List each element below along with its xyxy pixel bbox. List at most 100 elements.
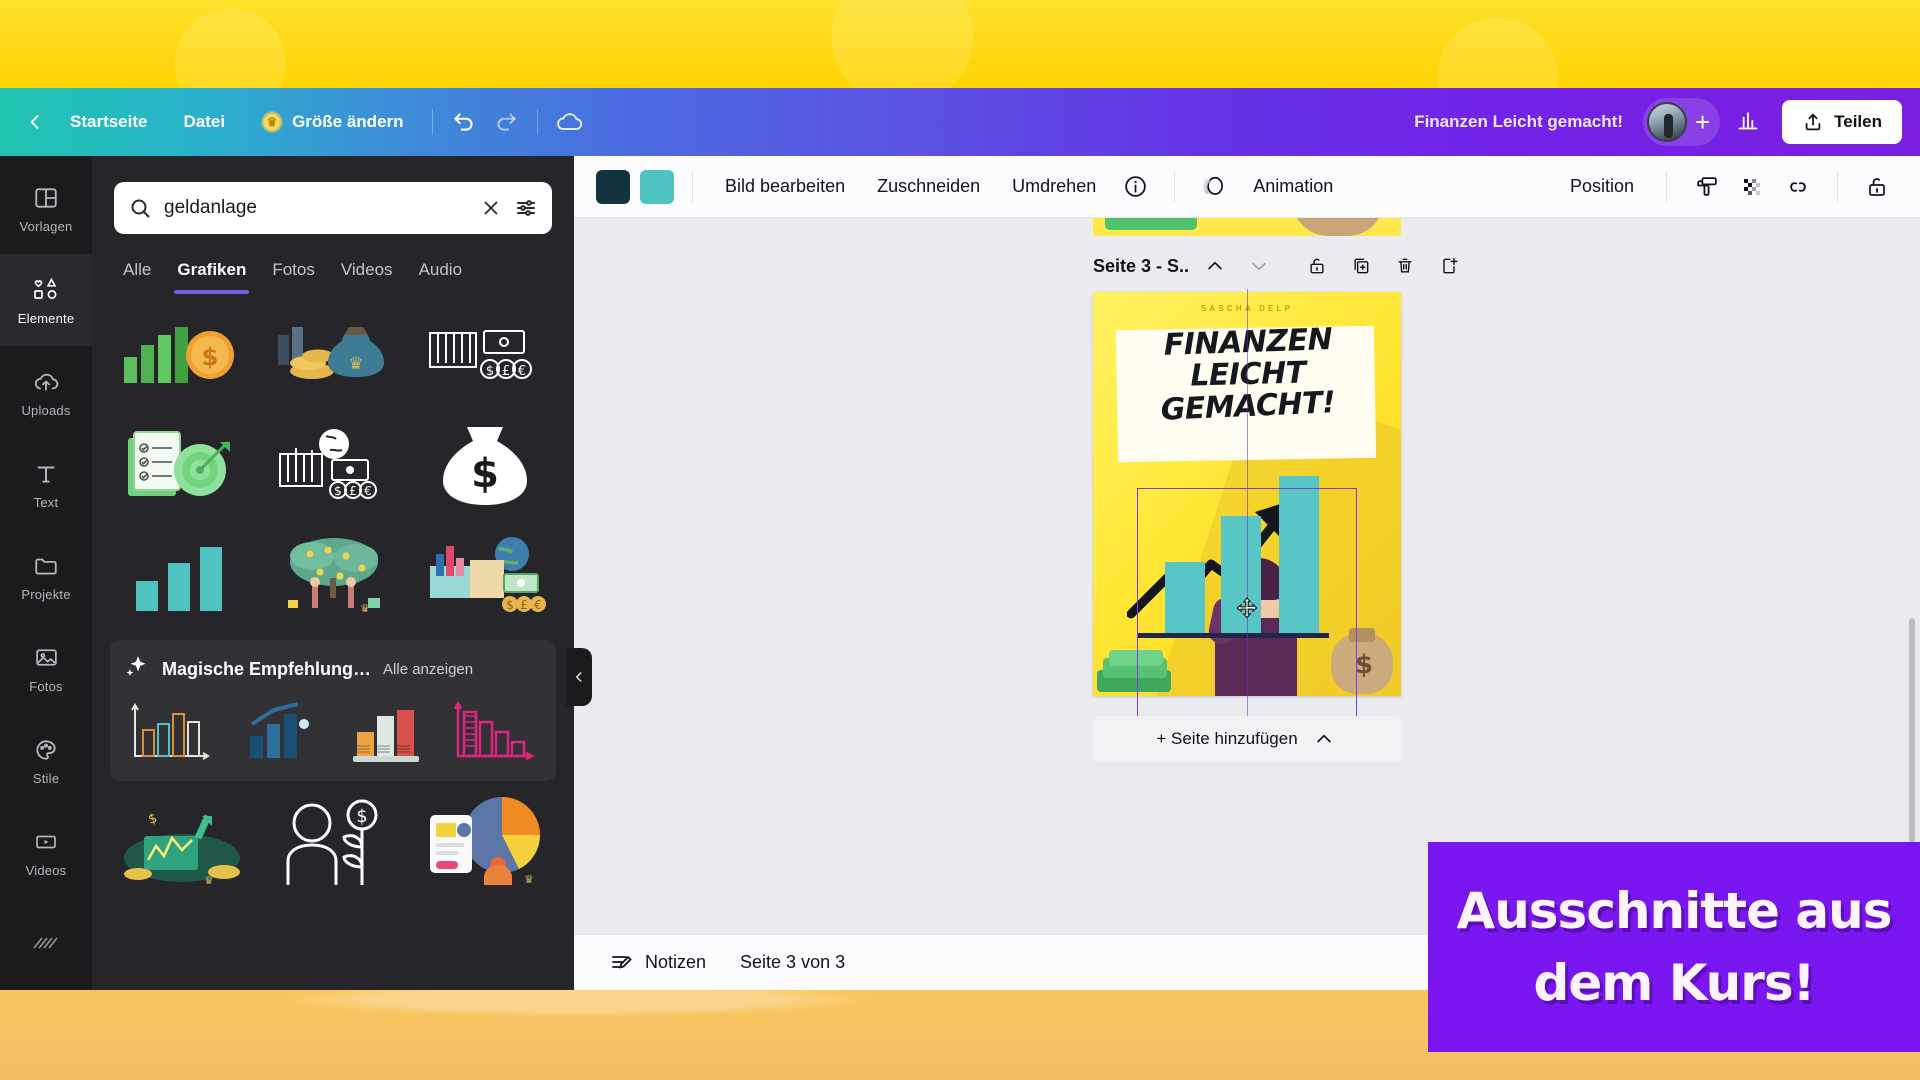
sidebar-item-vorlagen[interactable]: Vorlagen — [0, 162, 92, 254]
move-handle-icon[interactable] — [1235, 596, 1259, 620]
sidebar-item-uploads[interactable]: Uploads — [0, 346, 92, 438]
color-swatch-2[interactable] — [640, 169, 674, 204]
svg-text:♛: ♛ — [524, 873, 534, 885]
lock-icon[interactable] — [1856, 166, 1898, 208]
result-teal-bar-chart[interactable] — [110, 524, 252, 624]
video-frame-top — [0, 0, 1920, 88]
animation-icon[interactable] — [1193, 166, 1235, 208]
result-gold-coins-money-bag[interactable]: ♛ — [262, 304, 404, 404]
sidebar-item-stile[interactable]: Stile — [0, 714, 92, 806]
etb-divider-4 — [1837, 171, 1838, 202]
position-button[interactable]: Position — [1556, 167, 1648, 206]
result-checklist-target[interactable] — [110, 414, 252, 514]
page-counter[interactable]: Seite 3 von 3 — [728, 944, 857, 981]
paint-roller-icon[interactable] — [1685, 166, 1727, 208]
move-page-down-button[interactable] — [1241, 250, 1277, 282]
vertical-smart-guide — [1246, 289, 1248, 749]
magic-item-navy-growth-chart[interactable] — [231, 697, 328, 769]
result-line-bar-currency-outline[interactable]: $ £ € — [414, 304, 556, 404]
tab-audio[interactable]: Audio — [406, 250, 475, 294]
animation-button[interactable]: Animation — [1239, 167, 1347, 206]
canvas-scrollbar[interactable] — [1909, 618, 1915, 858]
screen-root: Startseite Datei ♛ Größe ändern Finanzen… — [0, 0, 1920, 1080]
color-swatch-1[interactable] — [596, 169, 630, 204]
svg-text:£: £ — [502, 364, 510, 379]
flip-button[interactable]: Umdrehen — [998, 167, 1110, 206]
add-collaborator-button[interactable]: + — [1695, 109, 1710, 135]
svg-text:$: $ — [356, 806, 367, 827]
filter-sliders-icon[interactable] — [514, 196, 538, 220]
previous-page-thumbnail[interactable] — [1093, 218, 1401, 236]
search-box[interactable] — [114, 182, 552, 234]
undo-icon[interactable] — [443, 101, 485, 143]
home-button[interactable]: Startseite — [52, 104, 165, 140]
result-globe-chart-banknote-outline[interactable]: $ £ € — [262, 414, 404, 514]
add-page-button[interactable] — [1431, 250, 1467, 282]
search-input[interactable] — [164, 197, 468, 219]
collapse-panel-button[interactable] — [566, 648, 592, 706]
home-label: Startseite — [70, 112, 148, 131]
close-icon[interactable] — [480, 197, 502, 219]
delete-page-button[interactable] — [1387, 250, 1423, 282]
collaborators[interactable]: + — [1642, 98, 1721, 146]
resize-button[interactable]: ♛ Größe ändern — [243, 103, 421, 141]
document-title[interactable]: Finanzen Leicht gemacht! — [1414, 112, 1623, 132]
result-pie-chart-analytics-illustration[interactable]: ♛ — [414, 791, 556, 891]
bar-chart-icon[interactable] — [1726, 102, 1770, 142]
selection-box[interactable] — [1137, 289, 1398, 749]
notes-button[interactable]: Notizen — [598, 943, 718, 983]
top-bar-left: Startseite Datei ♛ Größe ändern — [0, 101, 590, 143]
avatar[interactable] — [1646, 102, 1687, 142]
sidebar-item-projekte[interactable]: Projekte — [0, 530, 92, 622]
svg-text:$: $ — [471, 451, 499, 497]
result-green-bar-chart-coin[interactable]: $ — [110, 304, 252, 404]
sidebar-label-uploads: Uploads — [21, 402, 71, 418]
etb-divider-2 — [1174, 171, 1176, 202]
magic-title: Magische Empfehlung… — [162, 659, 372, 679]
sidebar-item-hintergrund[interactable] — [0, 898, 92, 990]
decorative-blobs — [0, 0, 1920, 88]
page-title[interactable]: Seite 3 - S.. — [1093, 256, 1189, 277]
tab-grafiken[interactable]: Grafiken — [164, 250, 259, 294]
cloud-sync-icon[interactable] — [548, 101, 590, 143]
folder-icon — [32, 551, 60, 581]
tab-alle[interactable]: Alle — [110, 250, 164, 294]
background-pattern-icon — [32, 929, 60, 959]
svg-text:$: $ — [202, 343, 219, 371]
add-page-bar[interactable]: + Seite hinzufügen — [1093, 716, 1401, 762]
tab-fotos[interactable]: Fotos — [259, 250, 328, 294]
back-button[interactable] — [18, 105, 52, 139]
result-money-bag-dollar[interactable]: $ — [414, 414, 556, 514]
svg-text:$: $ — [486, 364, 494, 379]
page-controls: Seite 3 - S.. — [1093, 248, 1513, 284]
chevron-up-icon[interactable] — [1310, 725, 1338, 753]
result-money-tree-people[interactable]: ♛ — [262, 524, 404, 624]
sidebar-item-videos[interactable]: Videos — [0, 806, 92, 898]
redo-icon[interactable] — [485, 101, 527, 143]
shapes-icon — [32, 275, 60, 305]
info-circle-icon[interactable] — [1114, 166, 1156, 208]
move-page-up-button[interactable] — [1197, 250, 1233, 282]
magic-show-all-link[interactable]: Alle anzeigen — [383, 661, 473, 678]
link-icon[interactable] — [1777, 166, 1819, 208]
duplicate-page-button[interactable] — [1343, 250, 1379, 282]
sidebar-item-elemente[interactable]: Elemente — [0, 254, 92, 346]
result-person-money-flower-outline[interactable]: $ — [262, 791, 404, 891]
file-menu-button[interactable]: Datei — [165, 104, 243, 140]
crop-button[interactable]: Zuschneiden — [863, 167, 994, 206]
share-button[interactable]: Teilen — [1782, 100, 1902, 144]
result-stock-trading-illustration[interactable]: $ ♛ — [110, 791, 252, 891]
edit-image-button[interactable]: Bild bearbeiten — [711, 167, 859, 206]
tab-videos[interactable]: Videos — [328, 250, 406, 294]
transparency-icon[interactable] — [1731, 166, 1773, 208]
svg-text:£: £ — [349, 484, 357, 498]
file-label: Datei — [183, 112, 226, 131]
result-globe-bar-chart-banknote[interactable]: $ £ € — [414, 524, 556, 624]
sidebar-item-fotos[interactable]: Fotos — [0, 622, 92, 714]
cloud-upload-icon — [32, 367, 60, 397]
sidebar-item-text[interactable]: Text — [0, 438, 92, 530]
magic-item-books-bar-chart[interactable] — [338, 697, 435, 769]
lock-page-button[interactable] — [1299, 250, 1335, 282]
magic-item-pink-declining-bar-chart[interactable] — [445, 697, 542, 769]
magic-item-orange-bar-chart-axes[interactable] — [124, 697, 221, 769]
